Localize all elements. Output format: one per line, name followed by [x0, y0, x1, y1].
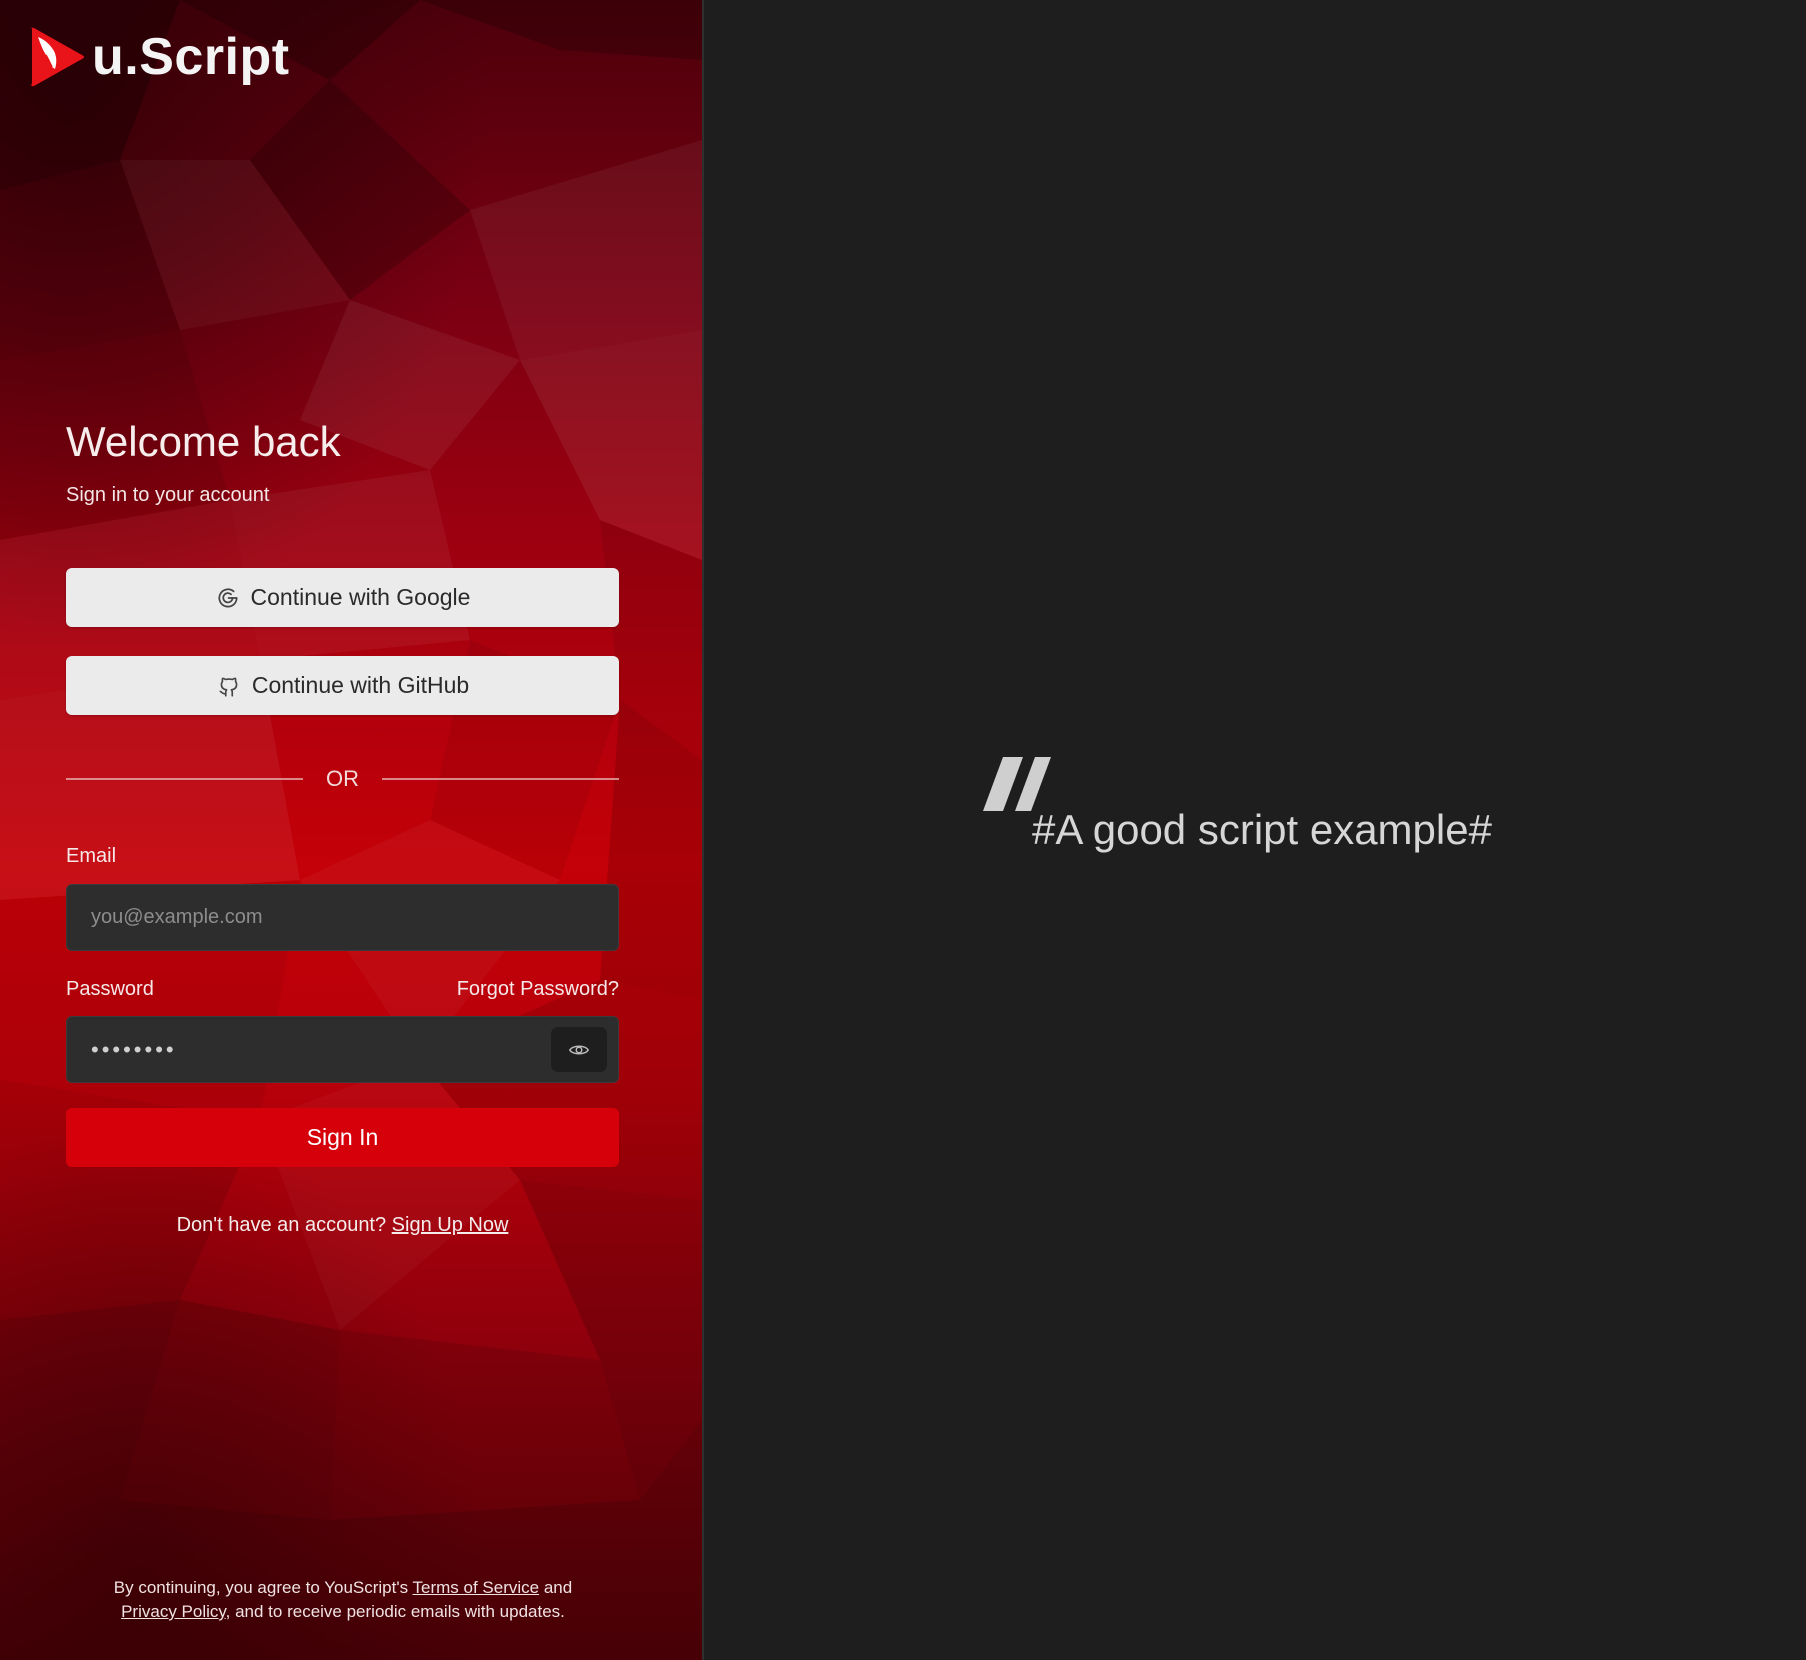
brand-name: u.Script — [92, 28, 290, 86]
or-separator: OR — [66, 764, 619, 794]
legal-text-part1: By continuing, you agree to YouScript's — [113, 1578, 413, 1597]
separator-line-right — [382, 778, 619, 780]
continue-with-github-button[interactable]: Continue with GitHub — [66, 656, 619, 715]
legal-text-part2: and — [539, 1578, 573, 1597]
eye-icon — [568, 1044, 590, 1055]
sign-in-page: u.Script Welcome back Sign in to your ac… — [0, 0, 1806, 1660]
quote-text: #A good script example# — [1032, 806, 1492, 853]
page-subtitle: Sign in to your account — [66, 484, 270, 506]
github-icon — [219, 677, 238, 697]
toggle-password-visibility-button[interactable] — [551, 1027, 607, 1072]
sign-up-link[interactable]: Sign Up Now — [392, 1214, 509, 1236]
password-label: Password — [66, 978, 154, 1000]
sign-in-panel: u.Script Welcome back Sign in to your ac… — [0, 0, 702, 1660]
continue-with-google-button[interactable]: Continue with Google — [66, 568, 619, 627]
google-icon — [218, 587, 238, 607]
legal-notice: By continuing, you agree to YouScript's … — [0, 1576, 686, 1624]
forgot-password-link[interactable]: Forgot Password? — [457, 978, 619, 1001]
legal-text-part3: , and to receive periodic emails with up… — [225, 1602, 565, 1621]
sign-in-button[interactable]: Sign In — [66, 1108, 619, 1167]
github-button-label: Continue with GitHub — [251, 672, 470, 698]
page-title: Welcome back — [66, 418, 341, 465]
sign-up-prompt: Don't have an account? Sign Up Now — [66, 1214, 619, 1237]
email-label: Email — [66, 845, 117, 867]
privacy-policy-link[interactable]: Privacy Policy — [121, 1602, 226, 1621]
email-input[interactable] — [66, 884, 619, 951]
no-account-text: Don't have an account? — [176, 1214, 392, 1236]
low-poly-background — [0, 0, 702, 1660]
play-quill-logo-icon — [31, 27, 84, 87]
terms-of-service-link[interactable]: Terms of Service — [413, 1578, 540, 1597]
password-input[interactable] — [66, 1016, 619, 1083]
brand-logo[interactable]: u.Script — [28, 22, 290, 92]
quote-panel: #A good script example# — [704, 0, 1806, 1660]
google-button-label: Continue with Google — [250, 584, 471, 610]
